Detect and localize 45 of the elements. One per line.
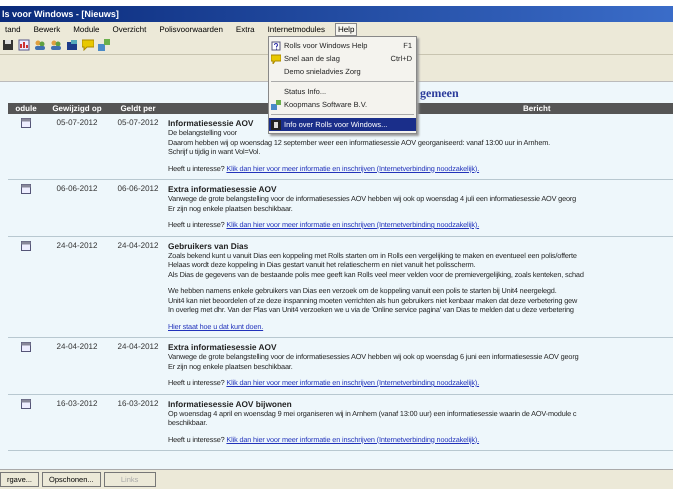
message-title: Extra informatiesessie AOV — [168, 342, 277, 352]
date-cell-text: 24-04-2012 — [116, 342, 160, 353]
document-icon — [21, 118, 31, 128]
message-title: Informatiesessie AOV — [168, 118, 254, 128]
date-cell-text: 05-07-2012 — [116, 118, 160, 129]
date-cell-text: 16-03-2012 — [56, 398, 98, 410]
column-header: Gewijzigd op — [52, 104, 102, 113]
menu-item[interactable]: Help — [334, 22, 358, 36]
document-icon — [21, 240, 31, 250]
people-icon[interactable] — [50, 39, 62, 51]
message-title: Gebruikers van Dias — [168, 240, 248, 250]
date-cell-text: 16-03-2012 — [116, 398, 160, 410]
menu-item[interactable]: tand — [2, 22, 24, 36]
book-icon — [271, 120, 281, 130]
column-header: Bericht — [523, 104, 551, 113]
date-cell-text: 06-06-2012 — [116, 184, 160, 195]
network-icon — [271, 100, 281, 110]
date-cell-text: 06-06-2012 — [56, 184, 98, 195]
window-title: ls voor Windows - [Nieuws] — [0, 6, 673, 22]
date-cell-text: 05-07-2012 — [56, 118, 98, 129]
network-icon[interactable] — [98, 39, 110, 51]
menu-item[interactable]: Bewerk — [30, 22, 64, 36]
speech-bubble-icon — [271, 54, 281, 64]
save-icon[interactable] — [2, 39, 14, 51]
menu-item[interactable]: Module — [70, 22, 103, 36]
speech-bubble-icon[interactable] — [82, 39, 94, 51]
folder-icon[interactable] — [66, 39, 78, 51]
column-header: odule — [15, 104, 37, 113]
document-icon — [21, 342, 31, 352]
chart-icon[interactable] — [18, 39, 30, 51]
date-cell-text: 24-04-2012 — [116, 240, 160, 252]
column-header: Geldt per — [120, 104, 156, 113]
document-icon — [21, 184, 31, 194]
document-icon — [21, 398, 31, 408]
menu-item[interactable]: Extra — [232, 22, 258, 36]
menu-item[interactable]: Internetmodules — [264, 22, 328, 36]
message-title: Informatiesessie AOV bijwonen — [168, 398, 292, 408]
help-book-icon — [271, 40, 281, 50]
date-cell-text: 24-04-2012 — [56, 342, 98, 353]
message-title: Extra informatiesessie AOV — [168, 184, 277, 194]
menu-item[interactable]: Polisvoorwaarden — [156, 22, 226, 36]
menu-item[interactable]: Overzicht — [110, 22, 150, 36]
page-heading: gemeen — [420, 86, 459, 100]
people-icon[interactable] — [34, 39, 46, 51]
date-cell-text: 24-04-2012 — [56, 240, 98, 252]
